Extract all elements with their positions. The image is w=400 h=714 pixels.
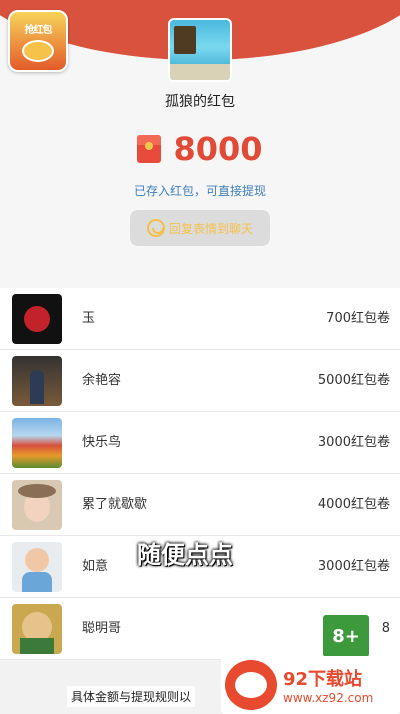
avatar (12, 542, 62, 592)
recipient-amount: 5000红包卷 (317, 373, 390, 388)
recipient-name: 聪明哥 (82, 621, 122, 636)
coin-icon (22, 39, 54, 62)
list-item[interactable]: 快乐鸟 3000红包卷 (0, 412, 400, 474)
sender-avatar (168, 18, 232, 82)
smile-icon (146, 219, 165, 237)
recipient-name: 快乐鸟 (82, 435, 122, 450)
video-caption: 随便点点 (137, 541, 233, 569)
red-packet-page: 抢红包 孤狼的红包 8000 已存入红包，可直接提现 回复表情到聊天 玉 700… (0, 0, 400, 714)
reply-emoji-button[interactable]: 回复表情到聊天 (130, 210, 270, 246)
sender-name: 孤狼的红包 (165, 94, 235, 110)
recipient-amount: 4000红包卷 (317, 497, 390, 512)
reply-label: 回复表情到聊天 (168, 221, 253, 236)
red-envelope-icon (137, 135, 162, 163)
recipient-amount: 3000红包卷 (317, 559, 390, 574)
avatar (12, 604, 62, 654)
age-rating-label: 8+ (323, 615, 369, 657)
avatar (12, 418, 62, 468)
age-rating-badge: 8+ (320, 612, 372, 660)
avatar (12, 480, 62, 530)
recipient-name: 玉 (82, 311, 96, 326)
list-item[interactable]: 累了就歇歇 4000红包卷 (0, 474, 400, 536)
avatar (12, 294, 62, 344)
list-item[interactable]: 玉 700红包卷 (0, 288, 400, 350)
recipient-amount: 700红包卷 (326, 311, 390, 326)
saved-notice-link[interactable]: 已存入红包，可直接提现 (0, 182, 400, 199)
watermark-url: www.xz92.com (283, 691, 374, 705)
monkey-logo-icon (225, 660, 277, 710)
list-item[interactable]: 余艳容 5000红包卷 (0, 350, 400, 412)
grab-red-packet-badge[interactable]: 抢红包 (8, 10, 68, 72)
recipient-name: 累了就歇歇 (82, 497, 148, 512)
recipient-list: 玉 700红包卷 余艳容 5000红包卷 快乐鸟 3000红包卷 累了就歇歇 4… (0, 288, 400, 660)
recipient-name: 如意 (82, 559, 109, 574)
amount-value: 8000 (173, 130, 263, 168)
recipient-amount: 8 (381, 621, 390, 636)
bottom-notice: 具体金额与提现规则以 (67, 686, 196, 707)
amount-row: 8000 (0, 130, 400, 168)
avatar (12, 356, 62, 406)
recipient-amount: 3000红包卷 (317, 435, 390, 450)
badge-label: 抢红包 (24, 24, 53, 36)
site-watermark: 92下载站 www.xz92.com (221, 656, 400, 714)
recipient-name: 余艳容 (82, 373, 122, 388)
watermark-brand: 92下载站 (283, 669, 363, 690)
